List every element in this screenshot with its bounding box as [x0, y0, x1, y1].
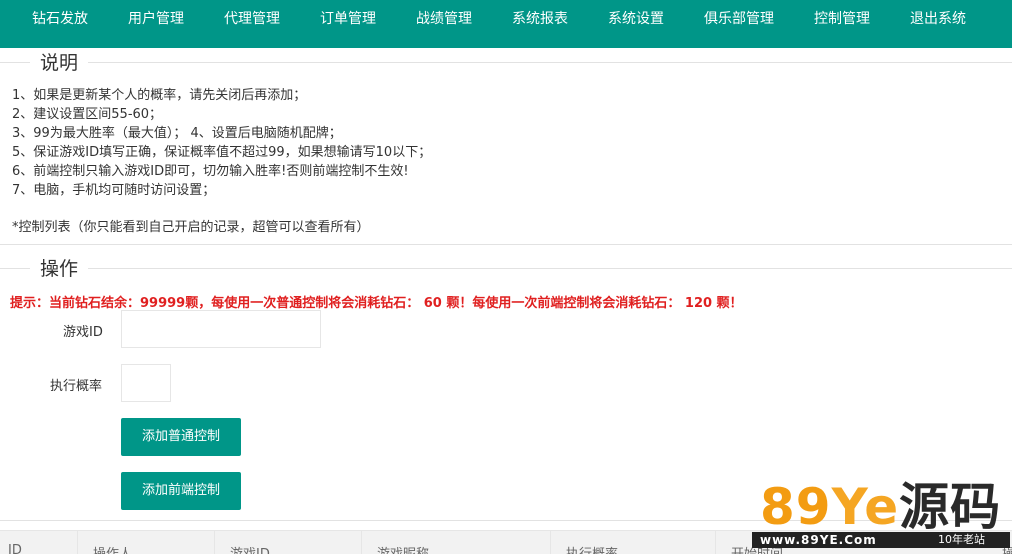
diamond-tip: 提示：当前钻石结余：99999颗，每使用一次普通控制将会消耗钻石： 60 颗！每… [10, 296, 743, 311]
add-normal-control-button[interactable]: 添加普通控制 [121, 418, 241, 456]
watermark-letters: Ye [831, 478, 900, 536]
nav-system-report[interactable]: 系统报表 [512, 0, 568, 38]
notes-list: 1、如果是更新某个人的概率，请先关闭后再添加； 2、建议设置区间55-60； 3… [12, 86, 431, 200]
watermark-age: 10年老站 [938, 533, 985, 546]
col-divider [550, 531, 551, 554]
nav-order-manage[interactable]: 订单管理 [320, 0, 376, 38]
game-id-input[interactable] [121, 310, 321, 348]
note-line: 7、电脑，手机均可随时访问设置； [12, 183, 216, 198]
nav-record-manage[interactable]: 战绩管理 [416, 0, 472, 38]
watermark-chars: 源码 [899, 478, 1002, 536]
note-line: 1、如果是更新某个人的概率，请先关闭后再添加； [12, 88, 307, 103]
nav-system-settings[interactable]: 系统设置 [608, 0, 664, 38]
nav-control-manage[interactable]: 控制管理 [814, 0, 870, 38]
add-frontend-control-button[interactable]: 添加前端控制 [121, 472, 241, 510]
control-list-note: *控制列表（你只能看到自己开启的记录，超管可以查看所有） [12, 220, 370, 235]
notes-divider [0, 62, 1012, 63]
col-id[interactable]: ID [8, 543, 22, 554]
col-operator[interactable]: 操作人 [93, 543, 132, 554]
nav-club-manage[interactable]: 俱乐部管理 [704, 0, 774, 38]
col-divider [214, 531, 215, 554]
note-line: 2、建议设置区间55-60； [12, 107, 163, 122]
col-divider [715, 531, 716, 554]
nav-user-manage[interactable]: 用户管理 [128, 0, 184, 38]
note-line: 5、保证游戏ID填写正确，保证概率值不超过99，如果想输请写10以下； [12, 145, 432, 160]
operation-legend: 操作 [30, 257, 89, 281]
rate-label: 执行概率 [50, 379, 103, 394]
note-line: 6、前端控制只输入游戏ID即可，切勿输入胜率!否则前端控制不生效! [12, 164, 409, 179]
nav-logout[interactable]: 退出系统 [910, 0, 966, 38]
col-game-id[interactable]: 游戏ID [230, 543, 270, 554]
section-separator [0, 244, 1012, 245]
watermark-digits: 89 [760, 478, 832, 536]
nav-diamond-issue[interactable]: 钻石发放 [32, 0, 88, 38]
rate-input[interactable] [121, 364, 171, 402]
game-id-label: 游戏ID [63, 325, 103, 340]
watermark-logo: 89Ye源码 www.89YE.Com 10年老站 [752, 478, 1012, 554]
col-game-nickname[interactable]: 游戏昵称 [377, 543, 429, 554]
nav-agent-manage[interactable]: 代理管理 [224, 0, 280, 38]
top-nav: 钻石发放 用户管理 代理管理 订单管理 战绩管理 系统报表 系统设置 俱乐部管理… [0, 0, 1012, 48]
watermark-brand: 89Ye源码 [760, 478, 1001, 536]
watermark-url: www.89YE.Com [760, 533, 877, 547]
col-divider [361, 531, 362, 554]
col-divider [77, 531, 78, 554]
notes-legend: 说明 [30, 51, 89, 75]
note-line: 3、99为最大胜率（最大值）； 4、设置后电脑随机配牌； [12, 126, 342, 141]
operation-divider [0, 268, 1012, 269]
col-rate[interactable]: 执行概率 [566, 543, 618, 554]
